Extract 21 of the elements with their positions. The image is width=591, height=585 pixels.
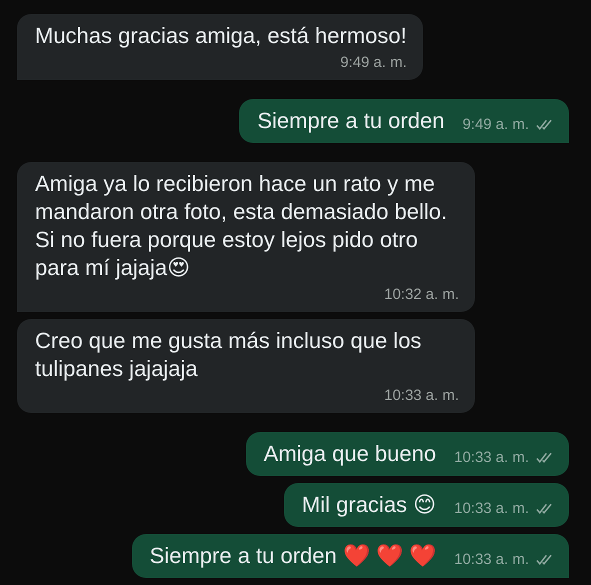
message-text: Siempre a tu orden (257, 108, 444, 133)
message-time: 9:49 (340, 54, 370, 72)
time-period: a. m. (426, 286, 459, 304)
message-time: 9:49 (462, 116, 492, 134)
message-text: Amiga que bueno (264, 441, 436, 466)
message-time: 10:32 (384, 286, 422, 304)
time-period: a. m. (373, 54, 407, 72)
message-text: Creo que me gusta más incluso que los tulipanes jajajaja (35, 327, 422, 383)
time-period: a. m. (426, 387, 459, 405)
message-text: Siempre a tu orden ❤ ❤ ❤ (150, 543, 436, 568)
time-period: a. m. (496, 500, 529, 518)
message-time: 10:33 (454, 500, 492, 518)
message-text: Muchas gracias amiga, está hermoso! (35, 22, 407, 50)
time-period: a. m. (496, 551, 529, 569)
time-period: a. m. (496, 116, 529, 134)
message-text: Mil gracias 😊 (302, 492, 436, 517)
message-time: 10:33 (454, 449, 492, 467)
message-time: 10:33 (384, 387, 422, 405)
message-time: 10:33 (454, 551, 492, 569)
time-period: a. m. (496, 449, 529, 467)
message-text: Amiga ya lo recibieron hace un rato y me mandaron otra foto, esta demasiado bello. Si no fuera porque estoy lejos pido otro para mí jajaja😍 (35, 170, 448, 282)
